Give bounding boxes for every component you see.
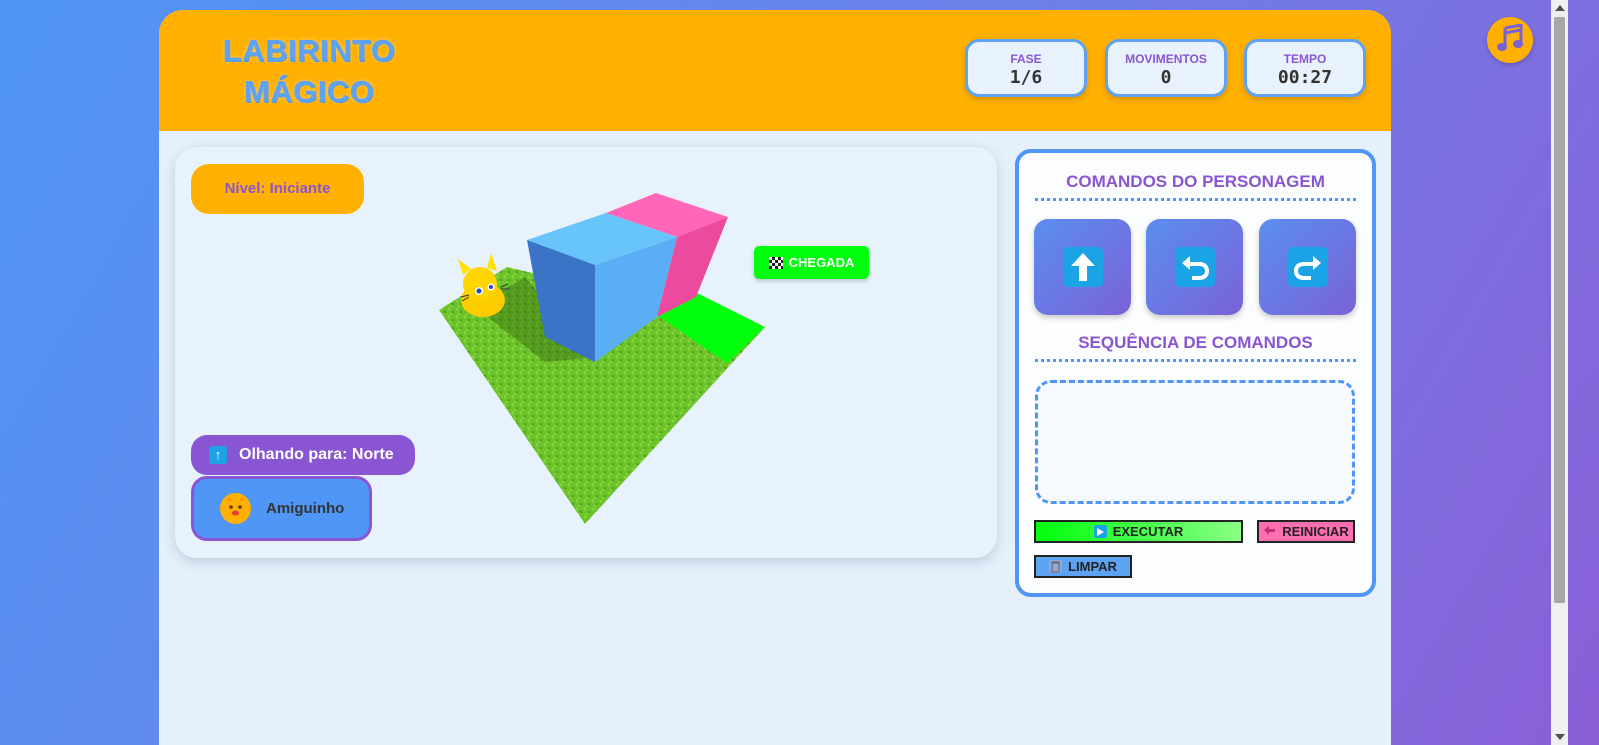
stat-moves: MOVIMENTOS 0: [1105, 39, 1227, 97]
clear-label: LIMPAR: [1068, 559, 1117, 574]
scroll-up-icon[interactable]: [1555, 5, 1565, 11]
arrow-up-icon: [1062, 247, 1103, 287]
sequence-title: SEQUÊNCIA DE COMANDOS: [1035, 333, 1356, 362]
trash-icon: [1049, 560, 1063, 573]
stat-time-label: TEMPO: [1283, 52, 1327, 66]
reset-label: REINICIAR: [1282, 524, 1349, 539]
title-line-2: MÁGICO: [243, 74, 375, 109]
arrow-up-icon: ↑: [209, 446, 227, 464]
turn-left-button[interactable]: [1146, 219, 1243, 315]
execute-button[interactable]: EXECUTAR: [1034, 520, 1243, 543]
game-title: LABIRINTO MÁGICO: [219, 30, 399, 112]
cat-face-icon: [220, 493, 251, 524]
header: LABIRINTO MÁGICO FASE 1/6 MOVIMENTOS 0 T…: [159, 10, 1391, 131]
scrollbar-thumb[interactable]: [1554, 17, 1565, 603]
stat-phase-value: 1/6: [1009, 67, 1043, 88]
scroll-down-icon[interactable]: [1555, 734, 1565, 740]
clear-button[interactable]: LIMPAR: [1034, 555, 1132, 578]
checkered-flag-icon: [768, 256, 783, 269]
character-card[interactable]: Amiguinho: [191, 476, 372, 541]
reset-button[interactable]: REINICIAR: [1257, 520, 1355, 543]
finish-label: CHEGADA: [754, 246, 869, 279]
execute-label: EXECUTAR: [1112, 524, 1184, 539]
back-arrow-icon: [1263, 525, 1277, 538]
music-note-icon: [1497, 22, 1523, 57]
game-app: LABIRINTO MÁGICO FASE 1/6 MOVIMENTOS 0 T…: [159, 10, 1391, 745]
turn-left-icon: [1174, 247, 1215, 287]
vertical-scrollbar[interactable]: [1551, 0, 1568, 745]
stat-moves-value: 0: [1160, 67, 1172, 88]
stat-phase: FASE 1/6: [965, 39, 1087, 97]
commands-title: COMANDOS DO PERSONAGEM: [1035, 172, 1356, 201]
move-forward-button[interactable]: [1034, 219, 1131, 315]
game-area[interactable]: Nível: Iniciante CHEGADA ↑ Olhando para:…: [175, 147, 997, 558]
finish-text: CHEGADA: [788, 255, 855, 270]
stat-time-value: 00:27: [1277, 67, 1333, 88]
stat-moves-label: MOVIMENTOS: [1125, 52, 1207, 66]
stat-phase-label: FASE: [1010, 52, 1042, 66]
turn-right-button[interactable]: [1259, 219, 1356, 315]
character-name: Amiguinho: [266, 500, 345, 517]
facing-text: Olhando para: Norte: [239, 446, 394, 463]
facing-direction: ↑ Olhando para: Norte: [191, 435, 415, 475]
command-panel: COMANDOS DO PERSONAGEM SEQUÊNCIA DE COMA…: [1015, 149, 1376, 597]
level-badge: Nível: Iniciante: [191, 164, 364, 214]
command-sequence-dropzone[interactable]: [1035, 380, 1355, 504]
play-icon: [1093, 525, 1107, 538]
stat-time: TEMPO 00:27: [1244, 39, 1366, 97]
turn-right-icon: [1287, 247, 1328, 287]
title-line-1: LABIRINTO: [222, 33, 396, 68]
music-toggle-button[interactable]: [1487, 17, 1533, 63]
